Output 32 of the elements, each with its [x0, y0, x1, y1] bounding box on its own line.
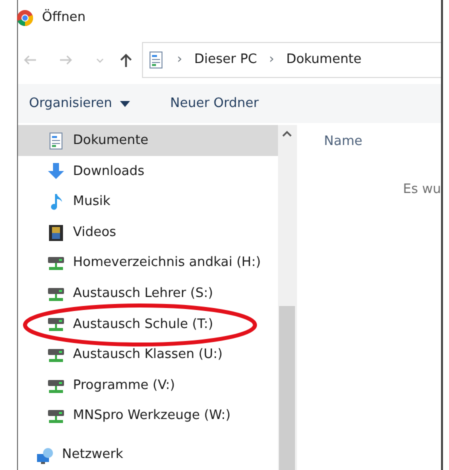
sidebar-item[interactable]: Netzwerk	[18, 439, 278, 470]
sidebar-item[interactable]: Musik	[18, 186, 278, 218]
sidebar-item[interactable]: Dokumente	[18, 125, 278, 156]
caret-icon	[120, 100, 130, 107]
separator-icon: ›	[265, 50, 278, 70]
network-icon	[36, 446, 54, 464]
down-arrow-icon	[47, 162, 65, 180]
sidebar-item[interactable]: Downloads	[18, 156, 278, 187]
sidebar-item[interactable]: Programme (V:)	[18, 370, 278, 401]
sidebar-item[interactable]: Austausch Klassen (U:)	[18, 340, 278, 370]
up-arrow-icon[interactable]	[118, 52, 134, 68]
window-title: Öffnen	[42, 8, 86, 27]
sidebar-item[interactable]: Homeverzeichnis andkai (H:)	[18, 248, 278, 278]
document-icon	[147, 50, 165, 69]
sidebar-item[interactable]: MNSpro Werkzeuge (W:)	[18, 400, 278, 432]
sidebar-item[interactable]: Videos	[18, 217, 278, 248]
film-icon	[47, 224, 65, 242]
network-drive-icon	[47, 407, 65, 426]
column-header[interactable]: Name	[324, 132, 441, 152]
new-folder-button[interactable]: Neuer Ordner	[170, 94, 259, 114]
sidebar-item[interactable]: Austausch Schule (T:)	[18, 309, 278, 340]
address-bar[interactable]: › Dieser PC › Dokumente	[142, 42, 441, 78]
document-icon	[47, 132, 65, 150]
organize-menu-button[interactable]: Organisieren	[29, 94, 130, 114]
separator-icon: ›	[173, 50, 186, 70]
network-drive-icon	[47, 254, 65, 272]
sidebar-item[interactable]: Austausch Lehrer (S:)	[18, 278, 278, 310]
empty-folder-message: Es wu	[403, 180, 441, 199]
scrollbar[interactable]	[278, 125, 296, 470]
breadcrumb-item[interactable]: Dieser PC	[194, 50, 257, 70]
network-drive-icon	[47, 315, 65, 334]
breadcrumb-item[interactable]: Dokumente	[286, 50, 362, 70]
